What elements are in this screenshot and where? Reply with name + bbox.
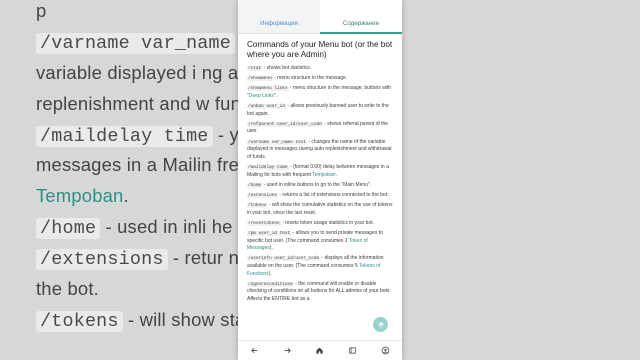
command-code: /pm user_id text	[247, 231, 292, 237]
command-code: /showmenu	[247, 76, 273, 81]
command-code: /extensions	[247, 192, 278, 198]
text-fragment: the bot.	[36, 278, 99, 300]
command-item: /showmenu - menu structure in the messag…	[247, 75, 395, 83]
command-code: /refparent user_id/user_code	[247, 121, 323, 127]
text-fragment: - shows bot statistics.	[262, 64, 312, 71]
doc-link[interactable]: Tempoban	[36, 185, 123, 206]
command-code: /home	[36, 218, 101, 240]
command-code: /extensions	[36, 249, 168, 271]
profile-button[interactable]	[378, 343, 394, 359]
command-item: /unban user_id - allows previously banne…	[247, 103, 395, 118]
scroll-up-button[interactable]	[373, 317, 388, 332]
text-fragment: - menu structure in the message.	[272, 75, 348, 81]
command-item: /resettokens - resets token usage statis…	[247, 220, 395, 228]
command-item: /home - used in inline buttons to go to …	[247, 182, 395, 190]
command-item: /pm user_id text - allows you to send pr…	[247, 230, 395, 253]
doc-content: Commands of your Menu bot (or the bot wh…	[247, 40, 395, 336]
user-icon	[381, 346, 390, 355]
command-code: /tokens	[247, 203, 268, 209]
command-item: /maildelay time - (format 0.00) delay be…	[247, 164, 395, 179]
command-list: /stat - shows bot statistics. /showmenu -…	[247, 65, 395, 304]
command-code: /varname var_name text	[247, 139, 307, 145]
command-item: /userinfo user_id/user_code - displays a…	[247, 255, 395, 278]
command-item: /stat - shows bot statistics.	[247, 65, 395, 73]
command-item: /tokens - will show the cumulative stati…	[247, 202, 395, 217]
forward-arrow-icon	[284, 347, 291, 354]
text-fragment: .	[335, 171, 337, 178]
command-code: /resettokens	[247, 220, 281, 226]
text-fragment: replenishment and w	[36, 92, 210, 114]
doc-link[interactable]: Deep Links	[249, 93, 274, 99]
command-item: /ignoreconditions - the command will ena…	[247, 281, 395, 304]
text-fragment: .	[123, 185, 129, 207]
command-item: /refparent user_id/user_code - shows ref…	[247, 121, 395, 136]
text-fragment: - used in inli	[100, 216, 207, 238]
doc-heading: Commands of your Menu bot (or the bot wh…	[247, 40, 393, 60]
command-code: /home	[247, 182, 263, 188]
command-code: /varname var_name	[36, 32, 236, 54]
text-fragment: - resets token usage statistics in your …	[280, 219, 375, 226]
text-fragment: - used in inline buttons to go to the "M…	[262, 181, 372, 188]
forward-button[interactable]	[279, 343, 295, 359]
command-code: /userinfo user_id/user_code	[247, 256, 321, 262]
command-code: /ignoreconditions	[247, 281, 294, 287]
tab-bar: Информация Содержание	[238, 0, 402, 34]
doc-link[interactable]: Tempoban	[312, 172, 335, 178]
tabs-button[interactable]	[345, 343, 361, 359]
command-item: /varname var_name text - changes the nam…	[247, 139, 395, 162]
tab-info[interactable]: Информация	[238, 0, 320, 33]
tabs-icon	[349, 347, 357, 354]
back-arrow-icon	[251, 347, 258, 354]
back-button[interactable]	[246, 343, 262, 359]
text-fragment: -	[212, 123, 230, 145]
text-fragment: - retur	[167, 247, 224, 269]
browser-nav-bar	[238, 340, 402, 360]
text-fragment: variable displayed i	[36, 61, 197, 83]
command-item: /extensions - returns a list of extensio…	[247, 192, 395, 200]
arrow-up-icon	[377, 321, 384, 327]
text-fragment: ).	[269, 245, 273, 252]
command-code: /stat	[247, 65, 263, 71]
command-code: /showmenu links	[247, 86, 289, 92]
command-code: /tokens	[36, 310, 123, 332]
text-fragment: messages in a Mailin	[36, 154, 212, 176]
command-code: /maildelay time	[36, 125, 213, 147]
home-button[interactable]	[312, 343, 328, 359]
text-fragment: - will show	[122, 308, 215, 330]
phone-screen: Информация Содержание Commands of your M…	[238, 0, 402, 360]
command-code: /unban user_id	[247, 103, 286, 109]
command-item: /showmenu links - menu structure in the …	[247, 85, 395, 100]
text-fragment: ".	[273, 92, 277, 99]
text-fragment: - will show the cumulative statistics on…	[247, 202, 393, 216]
home-icon	[316, 347, 324, 354]
text-fragment: p	[36, 0, 47, 21]
tab-content[interactable]: Содержание	[320, 0, 402, 34]
command-code: /maildelay time	[247, 164, 289, 170]
text-fragment: ).	[268, 270, 272, 277]
text-fragment: - returns a list of extensions connected…	[277, 191, 389, 198]
